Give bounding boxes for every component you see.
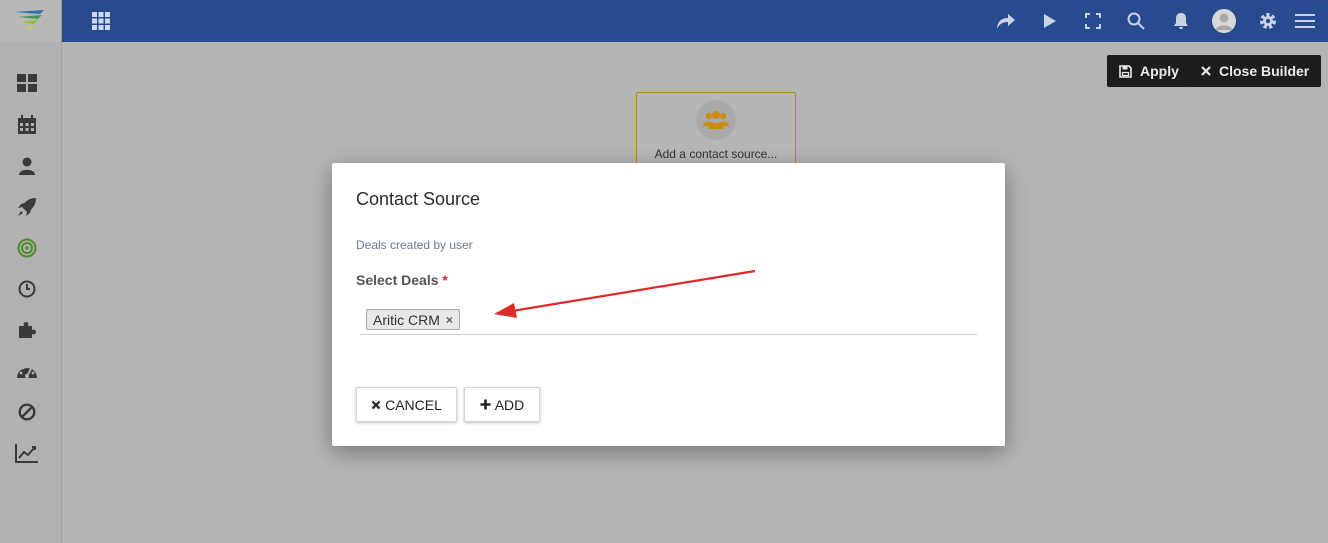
cancel-button-label: CANCEL bbox=[385, 396, 442, 413]
clock-icon[interactable] bbox=[15, 277, 39, 301]
target-icon[interactable] bbox=[15, 236, 39, 260]
puzzle-icon[interactable] bbox=[15, 318, 39, 342]
save-icon bbox=[1119, 64, 1132, 78]
add-button[interactable]: ADD bbox=[464, 387, 540, 422]
chip-remove-icon[interactable]: × bbox=[446, 313, 453, 327]
speedometer-icon[interactable] bbox=[15, 359, 39, 383]
select-deals-label-text: Select Deals bbox=[356, 272, 439, 288]
modal-subtitle: Deals created by user bbox=[356, 238, 473, 252]
rocket-icon[interactable] bbox=[15, 195, 39, 219]
add-contact-source-label: Add a contact source... bbox=[654, 147, 778, 161]
add-contact-source-card[interactable]: Add a contact source... bbox=[636, 92, 796, 166]
selected-deal-chip-label: Aritic CRM bbox=[373, 311, 440, 328]
select-deals-label: Select Deals * bbox=[356, 272, 448, 288]
bell-icon[interactable] bbox=[1169, 9, 1193, 33]
apply-button[interactable]: Apply bbox=[1107, 55, 1191, 87]
apps-grid-icon[interactable] bbox=[92, 12, 110, 30]
apply-button-label: Apply bbox=[1140, 63, 1179, 79]
selected-deal-chip: Aritic CRM × bbox=[366, 309, 460, 330]
top-navbar bbox=[0, 0, 1328, 42]
ban-icon[interactable] bbox=[15, 400, 39, 424]
contact-group-icon bbox=[696, 100, 736, 140]
close-icon bbox=[1201, 66, 1211, 76]
contact-source-modal: Contact Source Deals created by user Sel… bbox=[332, 163, 1005, 446]
sidebar bbox=[0, 42, 62, 543]
gear-icon[interactable] bbox=[1256, 9, 1280, 33]
play-icon[interactable] bbox=[1038, 9, 1062, 33]
close-builder-label: Close Builder bbox=[1219, 63, 1310, 79]
fullscreen-icon[interactable] bbox=[1081, 9, 1105, 33]
user-avatar-icon[interactable] bbox=[1212, 9, 1236, 33]
close-builder-button[interactable]: Close Builder bbox=[1189, 55, 1322, 87]
close-icon bbox=[371, 400, 381, 409]
app-logo[interactable] bbox=[0, 0, 62, 42]
user-icon[interactable] bbox=[15, 154, 39, 178]
required-asterisk: * bbox=[442, 272, 448, 288]
plus-icon bbox=[480, 399, 491, 410]
dashboard-icon[interactable] bbox=[15, 71, 39, 95]
search-icon[interactable] bbox=[1124, 9, 1148, 33]
select-deals-input[interactable]: Aritic CRM × bbox=[360, 306, 977, 335]
modal-title: Contact Source bbox=[356, 189, 481, 209]
share-icon[interactable] bbox=[994, 9, 1018, 33]
cancel-button[interactable]: CANCEL bbox=[356, 387, 457, 422]
hamburger-menu-icon[interactable] bbox=[1293, 9, 1317, 33]
chart-line-icon[interactable] bbox=[15, 441, 39, 465]
calendar-icon[interactable] bbox=[15, 113, 39, 137]
add-button-label: ADD bbox=[494, 396, 525, 413]
